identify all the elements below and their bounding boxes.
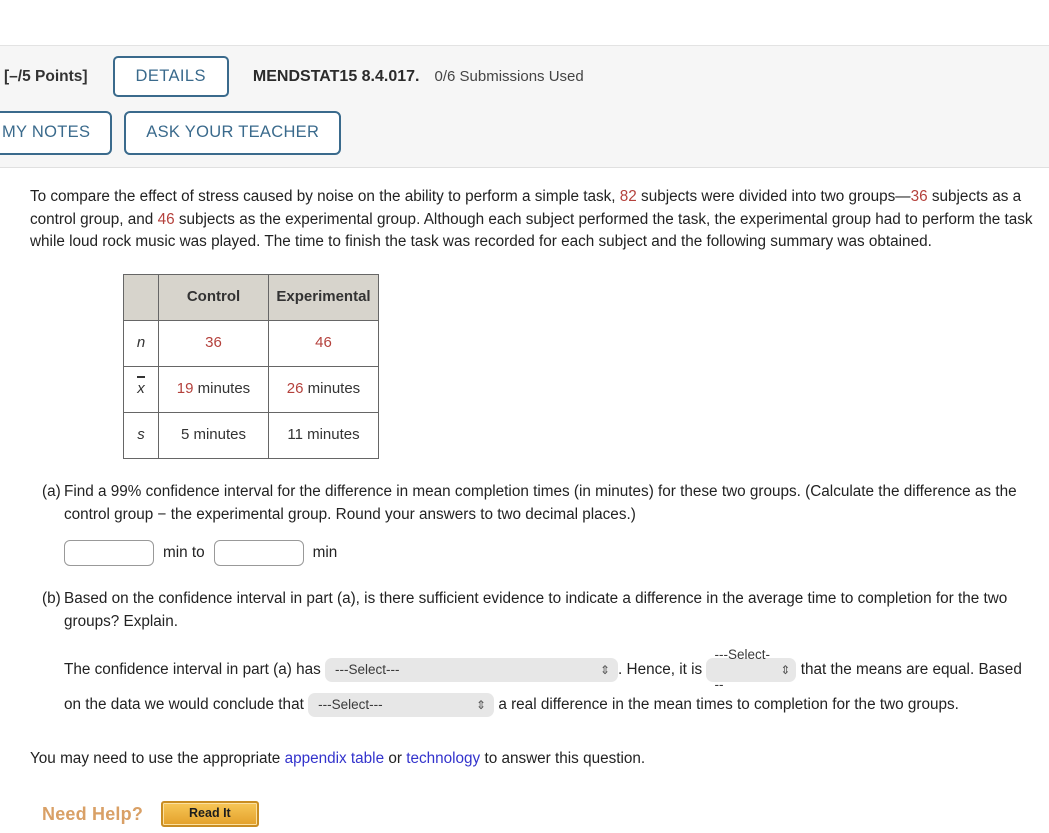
chevron-updown-icon: ⇕ bbox=[780, 663, 791, 678]
cell-unit: minutes bbox=[303, 380, 361, 398]
min-to-label: min to bbox=[163, 543, 205, 561]
sentence-fragment-2: . Hence, it is bbox=[618, 661, 703, 679]
header-row-secondary: MY NOTES ASK YOUR TEACHER bbox=[0, 103, 1049, 163]
part-a: (a) Find a 99% confidence interval for t… bbox=[30, 481, 1041, 567]
need-help-label: Need Help? bbox=[42, 803, 144, 824]
cell-value: 19 bbox=[176, 380, 194, 398]
select-value: ---Select--- bbox=[335, 662, 400, 678]
table-header-control: Control bbox=[158, 273, 269, 321]
x-bar-symbol: x bbox=[137, 376, 145, 398]
table-row: n 36 46 bbox=[123, 319, 379, 367]
note-text-1: You may need to use the appropriate bbox=[30, 750, 285, 768]
ci-upper-bound-input[interactable] bbox=[213, 540, 304, 567]
intro-control-n: 36 bbox=[910, 188, 928, 205]
cell-n-control: 36 bbox=[158, 319, 269, 367]
header-row-primary: [–/5 Points] DETAILS MENDSTAT15 8.4.017.… bbox=[0, 46, 1049, 107]
row-label-s: s bbox=[123, 411, 159, 459]
sentence-fragment-1: The confidence interval in part (a) has bbox=[64, 661, 321, 679]
select-possible-not-possible[interactable]: ---Select--- ⇕ bbox=[706, 647, 797, 692]
select-conclusion[interactable]: ---Select--- ⇕ bbox=[308, 692, 495, 717]
select-value: ---Select--- bbox=[714, 646, 770, 693]
cell-value: 46 bbox=[315, 334, 332, 352]
cell-value: 26 bbox=[286, 380, 304, 398]
select-interval-contains-zero[interactable]: ---Select--- ⇕ bbox=[325, 658, 619, 683]
part-b-fill-in-sentence: The confidence interval in part (a) has … bbox=[64, 647, 1029, 722]
note-text-3: to answer this question. bbox=[480, 750, 646, 768]
read-it-button[interactable]: Read It bbox=[161, 801, 259, 827]
table-header-experimental: Experimental bbox=[268, 273, 379, 321]
part-a-text: Find a 99% confidence interval for the d… bbox=[64, 482, 1017, 523]
table-header-row: Control Experimental bbox=[123, 273, 379, 321]
intro-text-2: subjects were divided into two groups— bbox=[636, 188, 911, 205]
need-help-row: Need Help? Read It bbox=[42, 801, 1041, 828]
part-b: (b) Based on the confidence interval in … bbox=[30, 588, 1041, 722]
row-label-xbar: x bbox=[123, 365, 159, 413]
part-a-body: Find a 99% confidence interval for the d… bbox=[64, 481, 1029, 567]
question-header-band: [–/5 Points] DETAILS MENDSTAT15 8.4.017.… bbox=[0, 45, 1049, 168]
part-b-text: Based on the confidence interval in part… bbox=[64, 590, 1008, 630]
cell-xbar-experimental: 26 minutes bbox=[268, 365, 379, 413]
top-whitespace bbox=[0, 0, 1049, 45]
technology-link[interactable]: technology bbox=[406, 750, 480, 767]
part-b-body: Based on the confidence interval in part… bbox=[64, 588, 1029, 722]
part-b-label: (b) bbox=[42, 590, 61, 608]
details-button[interactable]: DETAILS bbox=[112, 55, 229, 98]
cell-xbar-control: 19 minutes bbox=[158, 365, 269, 413]
chevron-updown-icon: ⇕ bbox=[599, 663, 611, 678]
cell-value: 36 bbox=[205, 334, 222, 352]
intro-total-subjects: 82 bbox=[619, 188, 637, 205]
table-row: s 5 minutes 11 minutes bbox=[123, 411, 379, 459]
cell-s-control: 5 minutes bbox=[158, 411, 269, 459]
part-a-label: (a) bbox=[42, 482, 61, 500]
intro-text-1: To compare the effect of stress caused b… bbox=[30, 188, 620, 205]
points-label: [–/5 Points] bbox=[4, 67, 88, 85]
confidence-interval-answer-row: min to min bbox=[64, 540, 1029, 567]
sentence-fragment-4: a real difference in the mean times to c… bbox=[498, 695, 959, 713]
cell-n-experimental: 46 bbox=[268, 319, 379, 367]
row-label-n: n bbox=[123, 319, 159, 367]
question-intro-paragraph: To compare the effect of stress caused b… bbox=[30, 186, 1041, 254]
intro-text-4: subjects as the experimental group. Alth… bbox=[30, 210, 1033, 251]
table-row: x 19 minutes 26 minutes bbox=[123, 365, 379, 413]
cell-s-experimental: 11 minutes bbox=[268, 411, 379, 459]
ci-lower-bound-input[interactable] bbox=[64, 540, 154, 567]
select-value: ---Select--- bbox=[318, 696, 383, 712]
intro-experimental-n: 46 bbox=[157, 210, 175, 228]
submissions-used: 0/6 Submissions Used bbox=[434, 68, 584, 85]
appendix-note: You may need to use the appropriate appe… bbox=[30, 748, 1041, 771]
summary-statistics-table: Control Experimental n 36 46 x 19 minute… bbox=[123, 273, 379, 459]
appendix-table-link[interactable]: appendix table bbox=[285, 750, 385, 767]
cell-unit: minutes bbox=[193, 380, 251, 398]
question-content: To compare the effect of stress caused b… bbox=[0, 168, 1049, 827]
chevron-updown-icon: ⇕ bbox=[476, 697, 487, 712]
my-notes-button[interactable]: MY NOTES bbox=[0, 111, 113, 155]
ask-your-teacher-button[interactable]: ASK YOUR TEACHER bbox=[124, 111, 342, 155]
note-text-2: or bbox=[384, 750, 407, 768]
table-corner-cell bbox=[123, 273, 159, 321]
question-id: MENDSTAT15 8.4.017. bbox=[252, 67, 420, 85]
min-label: min bbox=[312, 543, 338, 561]
